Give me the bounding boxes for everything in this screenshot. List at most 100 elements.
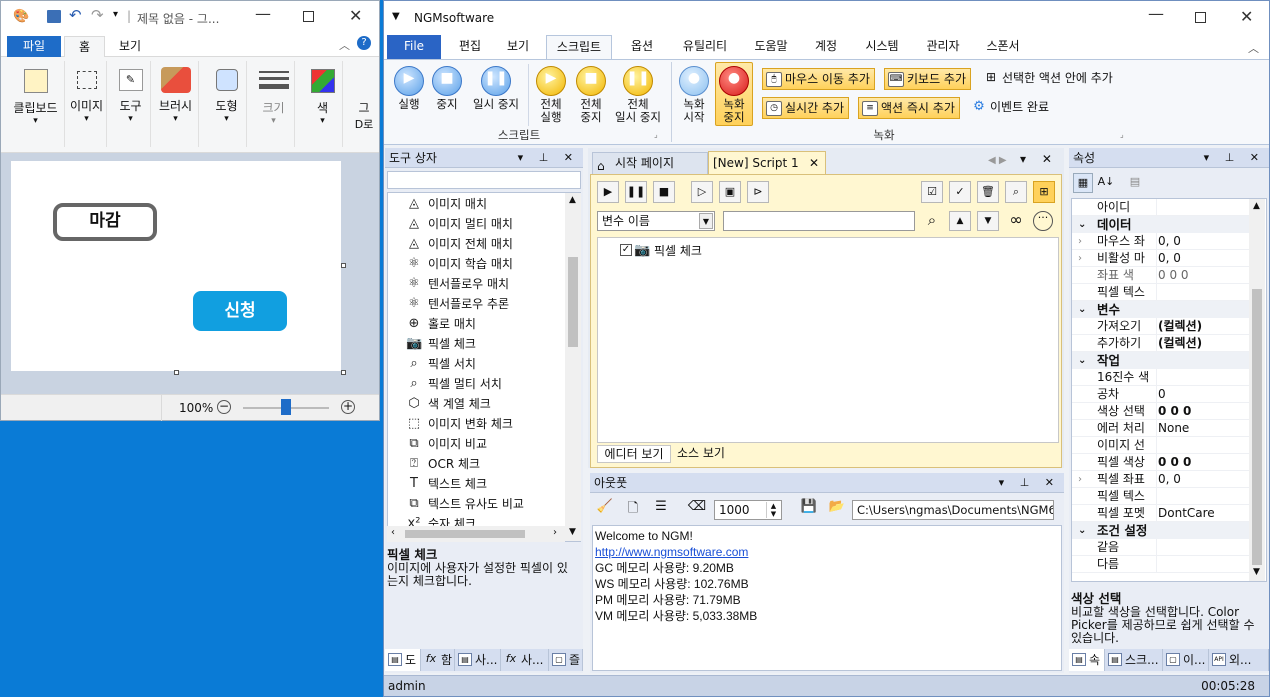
property-value[interactable]: 0, 0 — [1158, 471, 1181, 488]
toolbox-search-input[interactable] — [387, 171, 581, 189]
group-clipboard[interactable]: 클립보드 ▾ — [7, 61, 65, 147]
toolbox-item[interactable]: ⚛ 텐서플로우 매치 — [408, 274, 509, 294]
tab-view[interactable]: 보기 — [498, 35, 538, 59]
add-mouse-move-button[interactable]: 🖰 마우스 이동 추가 — [762, 68, 875, 90]
tab-view[interactable]: 보기 — [109, 36, 151, 57]
variable-search-input[interactable] — [723, 211, 915, 231]
property-category[interactable]: ⌄ 변수 — [1072, 301, 1252, 318]
system-menu-icon[interactable]: ▼ — [392, 11, 400, 22]
zoom-in-button[interactable]: + — [341, 400, 355, 414]
tab-script-1[interactable]: [New] Script 1 ✕ — [708, 151, 826, 174]
add-keyboard-button[interactable]: ⌨ 키보드 추가 — [884, 68, 972, 90]
tree-view-icon[interactable]: ⊞ — [1033, 181, 1055, 203]
close-tab-icon[interactable]: ✕ — [809, 152, 819, 174]
check-icon[interactable]: ✓ — [949, 181, 971, 203]
close-button[interactable]: ✕ — [349, 6, 362, 25]
check-all-icon[interactable]: ☑ — [921, 181, 943, 203]
group-3d[interactable]: 그 D로 — [349, 61, 379, 147]
broom-icon[interactable]: 🧹 — [594, 499, 616, 521]
minimize-button[interactable]: — — [255, 4, 271, 23]
eraser-icon[interactable]: ⌫ — [686, 499, 708, 521]
tab-file[interactable]: 파일 — [7, 36, 62, 57]
save-icon[interactable] — [47, 10, 61, 23]
property-category[interactable]: ⌄ 데이터 — [1072, 216, 1252, 233]
property-row[interactable]: 픽셀 좌표 0, 0 › — [1072, 471, 1252, 488]
resize-handle-right[interactable] — [341, 263, 346, 268]
bottom-tab-user-function[interactable]: fx 사... — [501, 649, 549, 671]
add-action-immediately-button[interactable]: ≡ 액션 즉시 추가 — [858, 97, 960, 119]
loop-icon[interactable]: ∞ — [1005, 211, 1027, 231]
bottom-tab-script[interactable]: ▤ 스크... — [1105, 649, 1163, 671]
tab-help[interactable]: 도움말 — [746, 35, 796, 59]
stop-button[interactable]: ■ 중지 — [430, 66, 464, 111]
add-inside-selected-action-button[interactable]: ⊞ 선택한 액션 안에 추가 — [980, 68, 1117, 90]
toolbox-item[interactable]: ⧉ 이미지 비교 — [409, 434, 487, 454]
sort-az-icon[interactable]: A↓ — [1096, 173, 1116, 193]
chevron-down-icon[interactable]: ⌄ — [1078, 352, 1086, 369]
toolbox-item[interactable]: ⚛ 텐서플로우 추론 — [408, 294, 509, 314]
toolbox-item[interactable]: ⚛ 이미지 학습 매치 — [408, 254, 513, 274]
step-icon[interactable]: ▣ — [719, 181, 741, 203]
ngm-maximize-button[interactable] — [1195, 12, 1206, 23]
tree-checkbox[interactable]: ✓ — [620, 244, 632, 256]
toolbox-item[interactable]: ⍰ OCR 체크 — [410, 454, 480, 474]
run-button[interactable]: ▶ 실행 — [392, 66, 426, 111]
zoom-slider-thumb[interactable] — [281, 399, 291, 415]
toolbox-item[interactable]: T 텍스트 체크 — [410, 474, 487, 494]
toolbox-item[interactable]: ⌕ 픽셀 멀티 서치 — [410, 374, 502, 394]
property-value[interactable]: (컬렉션) — [1158, 335, 1202, 352]
pause-all-button[interactable]: ❚❚ 전체 일시 중지 — [610, 66, 666, 124]
property-row[interactable]: 색상 선택 0 0 0 — [1072, 403, 1252, 420]
property-value[interactable]: 0 0 0 — [1158, 403, 1191, 420]
tab-editor-view[interactable]: 에디터 보기 — [597, 445, 671, 463]
ngm-close-button[interactable]: ✕ — [1240, 7, 1253, 26]
ngm-minimize-button[interactable]: — — [1148, 4, 1164, 23]
property-row[interactable]: 같음 — [1072, 539, 1252, 556]
save-output-icon[interactable]: 💾 — [798, 499, 820, 521]
property-value[interactable]: 0, 0 — [1158, 250, 1181, 267]
chevron-down-icon[interactable]: ⌄ — [1078, 522, 1086, 539]
property-value[interactable]: 0 0 0 — [1158, 454, 1191, 471]
property-row[interactable]: 마우스 좌 0, 0 › — [1072, 233, 1252, 250]
help-icon[interactable]: ? — [357, 36, 371, 50]
property-row[interactable]: 비활성 마 0, 0 › — [1072, 250, 1252, 267]
bottom-tab-toolbox[interactable]: ▤ 도 — [385, 649, 421, 671]
tab-home[interactable]: 홈 — [64, 36, 106, 57]
record-stop-button[interactable]: ● 녹화 중지 — [716, 66, 752, 124]
variable-dropdown[interactable]: 변수 이름 ▼ — [597, 211, 715, 231]
toolbox-item[interactable]: ⌕ 픽셀 서치 — [410, 354, 476, 374]
chevron-down-icon[interactable]: ⌄ — [1078, 301, 1086, 318]
property-row[interactable]: 16진수 색 — [1072, 369, 1252, 386]
bottom-tab-image[interactable]: ▢ 이... — [1163, 649, 1209, 671]
find-icon[interactable]: ⌕ — [921, 211, 943, 231]
collapse-ribbon-icon[interactable]: ︿ — [339, 37, 350, 53]
toolbox-item[interactable]: ◬ 이미지 매치 — [409, 194, 487, 214]
toolbox-item[interactable]: 📷 픽셀 체크 — [406, 334, 476, 354]
property-category[interactable]: ⌄ 조건 설정 — [1072, 522, 1252, 539]
property-row[interactable]: 픽셀 텍스 — [1072, 284, 1252, 301]
document-icon[interactable]: 🗋 — [622, 499, 644, 521]
toolbox-item[interactable]: ⬚ 이미지 변화 체크 — [408, 414, 513, 434]
add-realtime-button[interactable]: ◷ 실시간 추가 — [762, 97, 850, 119]
tab-file[interactable]: File — [387, 35, 441, 59]
chevron-right-icon[interactable]: › — [1078, 471, 1082, 488]
tab-edit[interactable]: 편집 — [450, 35, 490, 59]
property-row[interactable]: 에러 처리 None — [1072, 420, 1252, 437]
property-value[interactable]: DontCare — [1158, 505, 1215, 522]
resize-handle-bottom[interactable] — [174, 370, 179, 375]
search-icon[interactable]: ⌕ — [1005, 181, 1027, 203]
script-group-launcher[interactable]: ⌟ — [654, 130, 658, 139]
property-row[interactable]: 이미지 선 — [1072, 437, 1252, 454]
property-row[interactable]: 다름 — [1072, 556, 1252, 573]
tab-nav-arrows[interactable]: ◀ ▶ — [988, 155, 1007, 166]
zoom-out-button[interactable]: − — [217, 400, 231, 414]
delete-icon[interactable]: 🗑 — [977, 181, 999, 203]
property-row[interactable]: 가져오기 (컬렉션) — [1072, 318, 1252, 335]
tab-account[interactable]: 계정 — [806, 35, 846, 59]
property-row[interactable]: 픽셀 색상 0 0 0 — [1072, 454, 1252, 471]
chevron-right-icon[interactable]: › — [1078, 250, 1082, 267]
chevron-right-icon[interactable]: › — [1078, 233, 1082, 250]
toolbox-item[interactable]: ⧉ 텍스트 유사도 비교 — [409, 494, 524, 514]
property-category[interactable]: ⌄ 작업 — [1072, 352, 1252, 369]
property-value[interactable]: 0, 0 — [1158, 233, 1181, 250]
